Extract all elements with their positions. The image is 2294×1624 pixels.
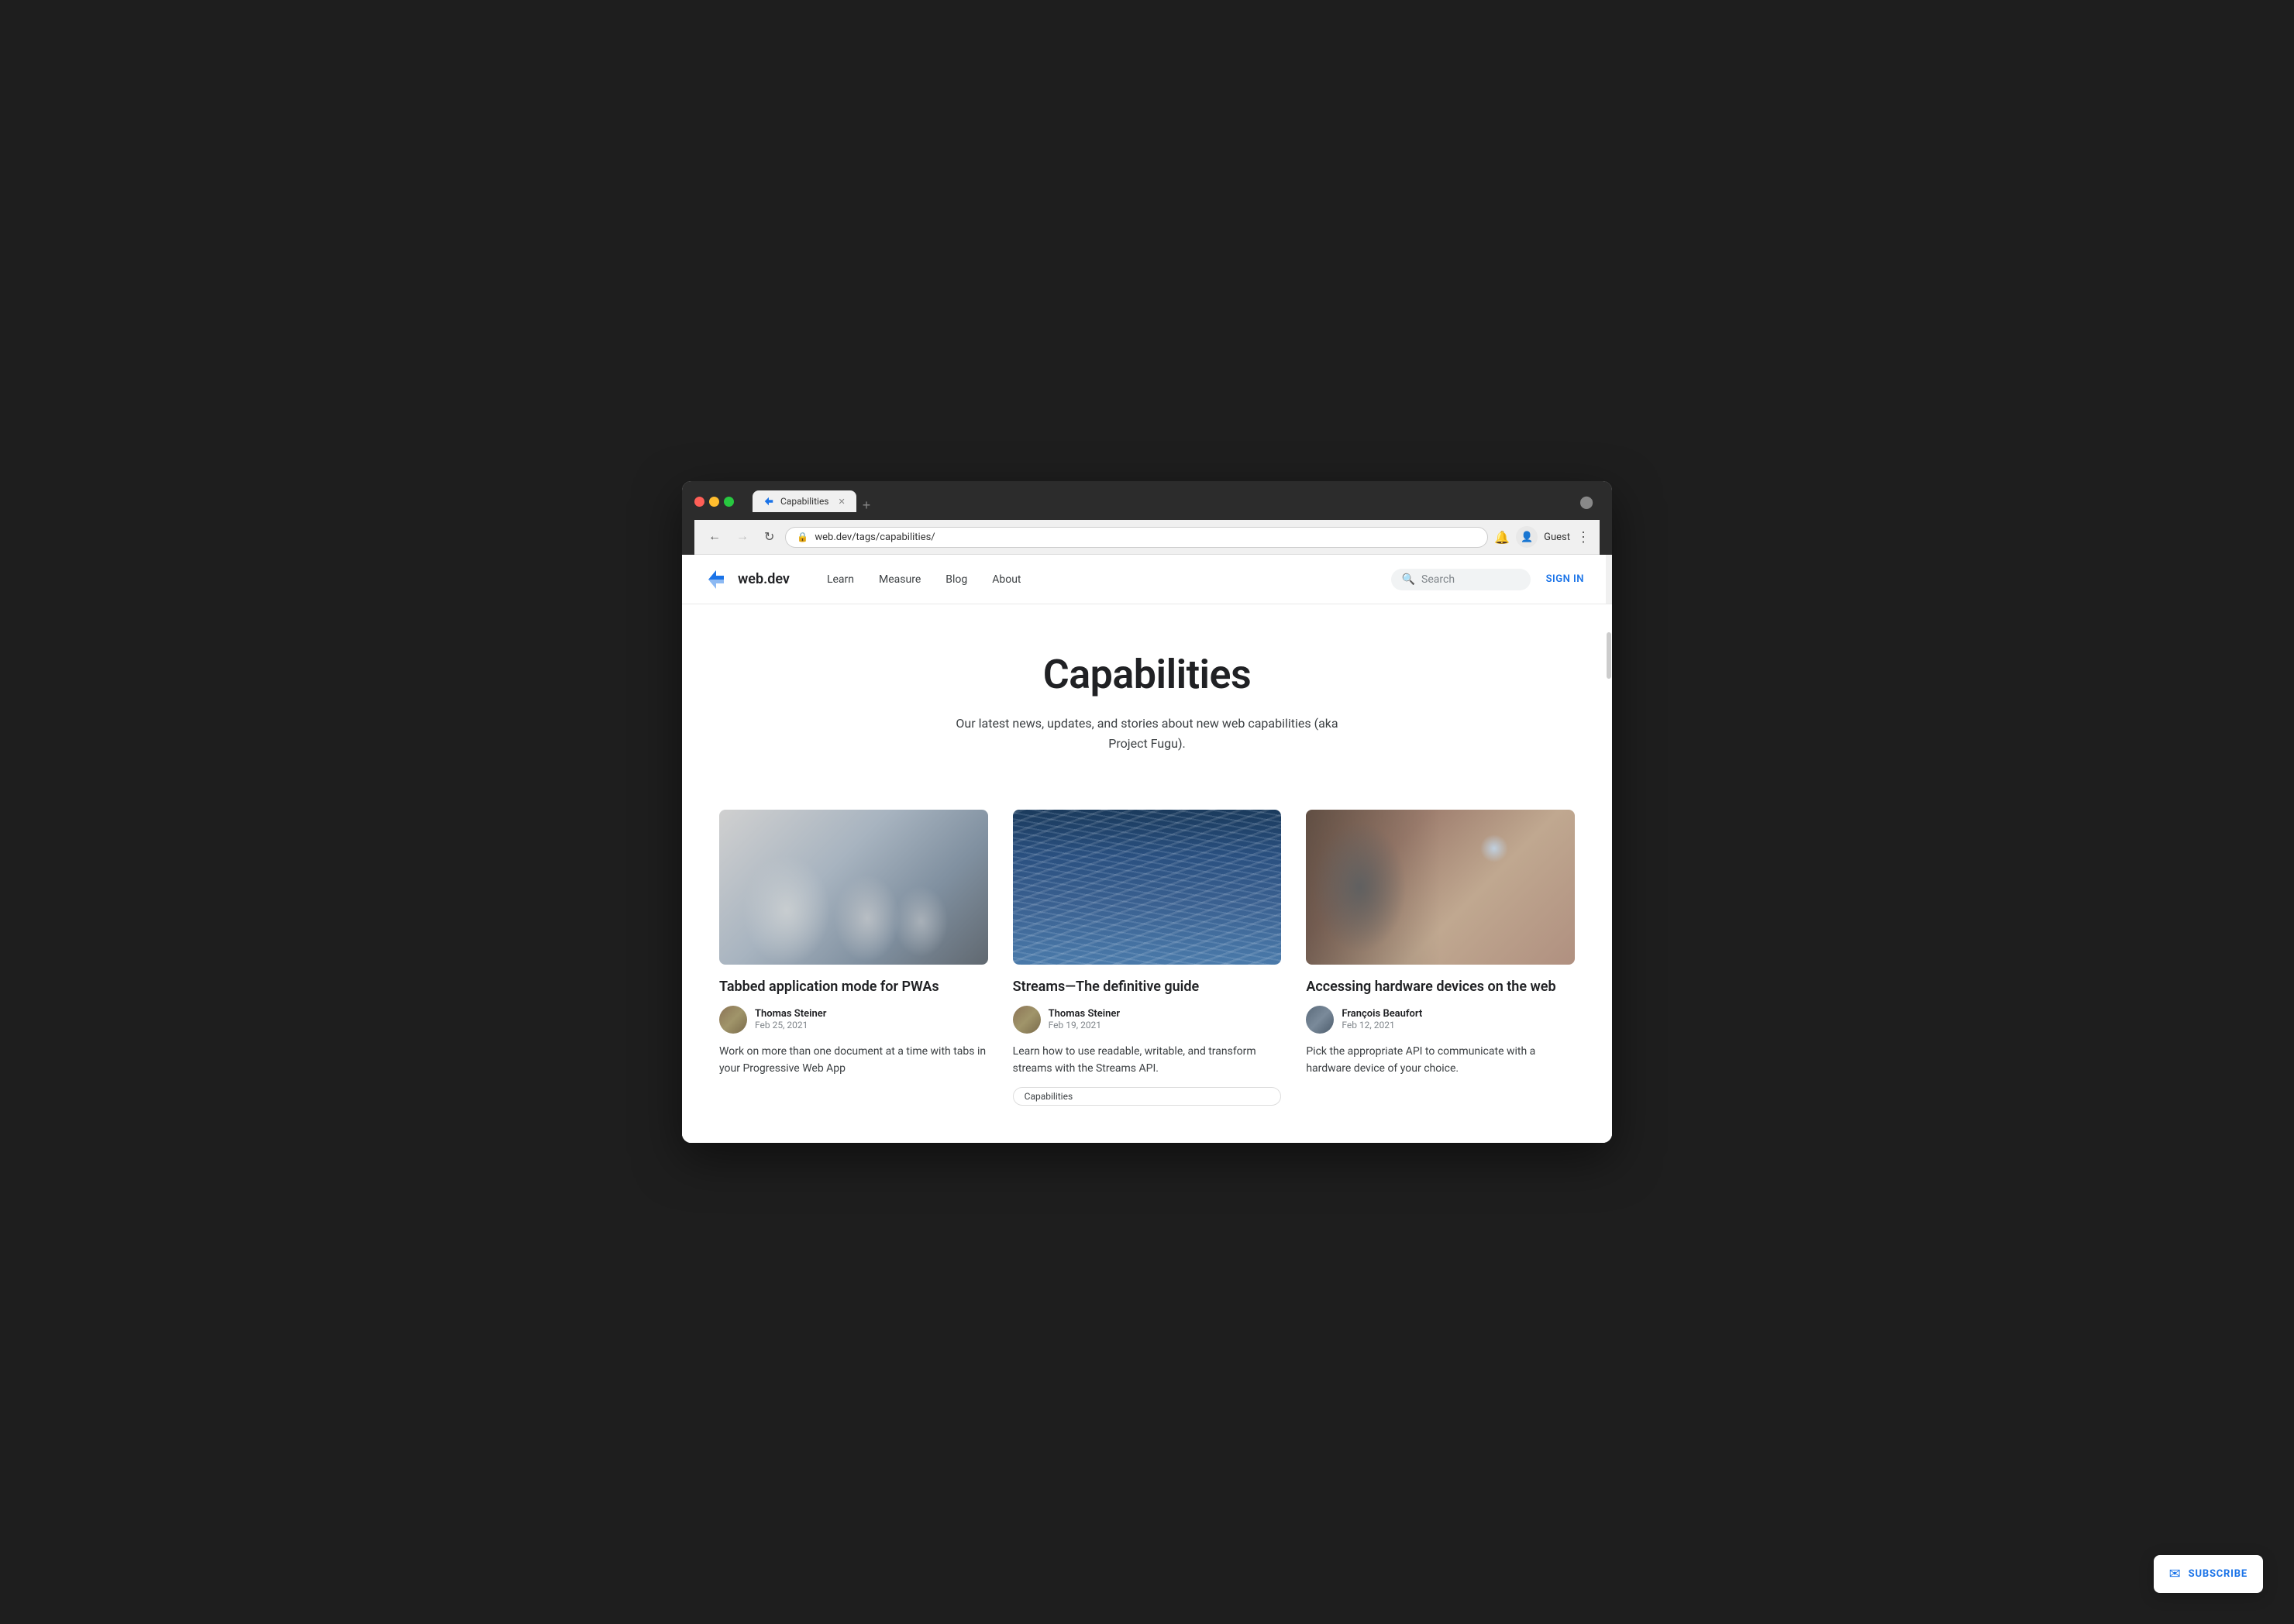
- article-card: Streams—The definitive guide Thomas Stei…: [1013, 810, 1282, 1106]
- new-tab-button[interactable]: +: [856, 498, 877, 512]
- article-title[interactable]: Streams—The definitive guide: [1013, 977, 1282, 996]
- article-card: Tabbed application mode for PWAs Thomas …: [719, 810, 988, 1106]
- article-image-hardware: [1306, 810, 1575, 965]
- toolbar: ← → ↻ 🔒 web.dev/tags/capabilities/ 🔔 👤 G…: [694, 520, 1600, 555]
- tab-title: Capabilities: [780, 496, 829, 507]
- nav-blog[interactable]: Blog: [933, 567, 980, 592]
- scrollbar-track: [1606, 555, 1612, 604]
- author-info: Thomas Steiner Feb 25, 2021: [755, 1008, 826, 1030]
- webdev-logo-icon: [707, 567, 732, 592]
- author-date: Feb 12, 2021: [1342, 1020, 1422, 1030]
- article-description: Pick the appropriate API to communicate …: [1306, 1043, 1575, 1078]
- avatar-image-thomas2: [1013, 1006, 1041, 1034]
- nav-measure[interactable]: Measure: [866, 567, 933, 592]
- article-title[interactable]: Tabbed application mode for PWAs: [719, 977, 988, 996]
- author-info: François Beaufort Feb 12, 2021: [1342, 1008, 1422, 1030]
- avatar-image-francois: [1306, 1006, 1334, 1034]
- avatar-image-thomas: [719, 1006, 747, 1034]
- nav-about[interactable]: About: [980, 567, 1033, 592]
- article-image-helmets: [719, 810, 988, 965]
- author-date: Feb 25, 2021: [755, 1020, 826, 1030]
- search-icon: 🔍: [1402, 573, 1415, 586]
- search-box[interactable]: 🔍 Search: [1391, 569, 1531, 590]
- maximize-button[interactable]: [724, 497, 734, 507]
- article-title[interactable]: Accessing hardware devices on the web: [1306, 977, 1575, 996]
- author-row: Thomas Steiner Feb 25, 2021: [719, 1006, 988, 1034]
- site-nav: Learn Measure Blog About: [815, 567, 1034, 592]
- article-card: Accessing hardware devices on the web Fr…: [1306, 810, 1575, 1106]
- active-tab[interactable]: Capabilities ✕: [753, 490, 856, 512]
- author-avatar: [719, 1006, 747, 1034]
- author-name: Thomas Steiner: [755, 1008, 826, 1020]
- notification-icon[interactable]: 🔔: [1494, 530, 1510, 545]
- author-avatar: [1013, 1006, 1041, 1034]
- article-image-streams: [1013, 810, 1282, 965]
- nav-learn[interactable]: Learn: [815, 567, 866, 592]
- search-input[interactable]: Search: [1421, 573, 1455, 586]
- tab-favicon-icon: [763, 496, 774, 507]
- author-date: Feb 19, 2021: [1049, 1020, 1120, 1030]
- address-bar[interactable]: 🔒 web.dev/tags/capabilities/: [785, 527, 1488, 548]
- site-content: web.dev Learn Measure Blog About 🔍: [682, 555, 1612, 1142]
- close-button[interactable]: [694, 497, 704, 507]
- tab-close-icon[interactable]: ✕: [839, 497, 846, 507]
- hero-description: Our latest news, updates, and stories ab…: [953, 714, 1341, 753]
- article-description: Work on more than one document at a time…: [719, 1043, 988, 1078]
- author-name: Thomas Steiner: [1049, 1008, 1120, 1020]
- reload-button[interactable]: ↻: [760, 526, 779, 548]
- more-options-icon[interactable]: ⋮: [1576, 529, 1590, 545]
- guest-label: Guest: [1544, 532, 1570, 543]
- author-row: François Beaufort Feb 12, 2021: [1306, 1006, 1575, 1034]
- window-controls: ⬤: [1573, 494, 1600, 509]
- sign-in-button[interactable]: SIGN IN: [1543, 567, 1587, 591]
- page-title: Capabilities: [707, 651, 1587, 698]
- article-tag[interactable]: Capabilities: [1013, 1087, 1282, 1106]
- articles-grid: Tabbed application mode for PWAs Thomas …: [682, 791, 1612, 1143]
- forward-button[interactable]: →: [732, 527, 753, 547]
- header-right: 🔍 Search SIGN IN: [1391, 567, 1587, 591]
- hero-section: Capabilities Our latest news, updates, a…: [682, 604, 1612, 790]
- author-name: François Beaufort: [1342, 1008, 1422, 1020]
- article-description: Learn how to use readable, writable, and…: [1013, 1043, 1282, 1078]
- url-text: web.dev/tags/capabilities/: [815, 532, 935, 543]
- profile-area: 🔔 👤 Guest ⋮: [1494, 526, 1590, 548]
- site-logo-text: web.dev: [738, 571, 790, 587]
- back-button[interactable]: ←: [704, 527, 725, 547]
- author-avatar: [1306, 1006, 1334, 1034]
- title-bar: Capabilities ✕ + ⬤ ← → ↻ 🔒 web.dev/tags/…: [682, 481, 1612, 555]
- author-info: Thomas Steiner Feb 19, 2021: [1049, 1008, 1120, 1030]
- lock-icon: 🔒: [797, 532, 808, 542]
- author-row: Thomas Steiner Feb 19, 2021: [1013, 1006, 1282, 1034]
- tab-bar: Capabilities ✕ +: [753, 490, 1567, 512]
- site-logo[interactable]: web.dev: [707, 567, 790, 592]
- profile-button[interactable]: 👤: [1516, 526, 1538, 548]
- site-header: web.dev Learn Measure Blog About 🔍: [682, 555, 1612, 604]
- browser-window: Capabilities ✕ + ⬤ ← → ↻ 🔒 web.dev/tags/…: [682, 481, 1612, 1142]
- minimize-button[interactable]: [709, 497, 719, 507]
- scrollbar-thumb[interactable]: [1607, 632, 1611, 679]
- traffic-lights: [694, 497, 734, 507]
